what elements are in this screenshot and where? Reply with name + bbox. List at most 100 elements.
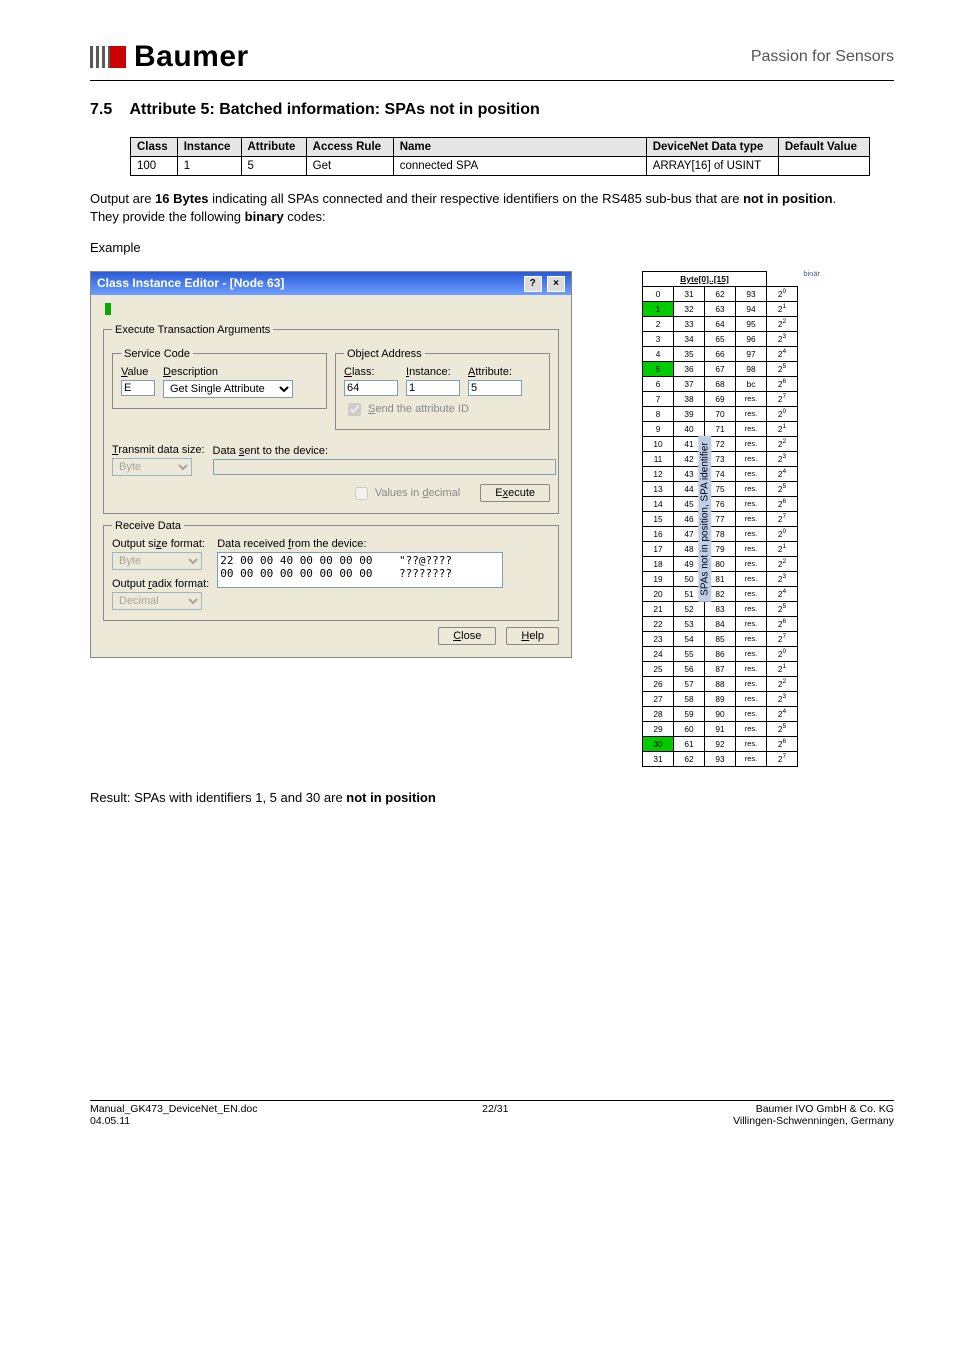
send-attr-id-input[interactable] (348, 403, 361, 416)
service-code-legend: Service Code (121, 348, 193, 360)
value-input[interactable] (121, 380, 155, 396)
class-input[interactable] (344, 380, 398, 396)
bit-weight-cell: 20 (767, 286, 798, 301)
footer-right: Baumer IVO GmbH & Co. KG Villingen-Schwe… (733, 1103, 894, 1127)
transmit-size-label: Transmit data size: (112, 444, 205, 456)
byte-cell: 55 (674, 646, 705, 661)
byte-cell: 90 (705, 706, 736, 721)
byte-cell: 19 (643, 571, 674, 586)
byte-cell: res. (736, 601, 767, 616)
byte-cell: 62 (674, 751, 705, 766)
byte-cell: 65 (705, 331, 736, 346)
send-attr-id-checkbox[interactable]: Send the attribute ID (344, 400, 541, 419)
byte-cell: res. (736, 751, 767, 766)
byte-cell: 58 (674, 691, 705, 706)
tagline: Passion for Sensors (751, 48, 894, 66)
attribute-input[interactable] (468, 380, 522, 396)
byte-cell: 17 (643, 541, 674, 556)
byte-cell: 5 (643, 361, 674, 376)
attribute-label: Attribute: (468, 366, 522, 378)
values-in-decimal-checkbox[interactable]: Values in decimal (351, 484, 460, 503)
logo-icon (90, 46, 126, 68)
data-received-label: Data received from the device: (217, 538, 550, 550)
byte-cell: res. (736, 451, 767, 466)
help-button[interactable]: Help (506, 627, 559, 645)
footer-left: Manual_GK473_DeviceNet_EN.doc 04.05.11 (90, 1103, 258, 1127)
byte-cell: res. (736, 391, 767, 406)
help-icon[interactable]: ? (524, 276, 542, 292)
byte-cell: 32 (674, 301, 705, 316)
byte-cell: res. (736, 481, 767, 496)
object-address-legend: Object Address (344, 348, 425, 360)
byte-cell: res. (736, 556, 767, 571)
byte-cell: 11 (643, 451, 674, 466)
byte-cell: 91 (705, 721, 736, 736)
byte-cell: 67 (705, 361, 736, 376)
bit-weight-cell: 24 (767, 586, 798, 601)
instance-label: Instance: (406, 366, 460, 378)
byte-cell: 22 (643, 616, 674, 631)
byte-cell: 14 (643, 496, 674, 511)
output-size-format-select[interactable]: Byte (112, 552, 202, 570)
transmit-size-select[interactable]: Byte (112, 458, 192, 476)
cell-access: Get (306, 157, 393, 176)
bit-weight-cell: 21 (767, 301, 798, 316)
receive-data-fieldset: Receive Data Output size format: Byte Ou… (103, 520, 559, 621)
bit-weight-cell: 23 (767, 691, 798, 706)
section-heading: 7.5 Attribute 5: Batched information: SP… (90, 101, 894, 119)
close-icon[interactable]: × (547, 276, 565, 292)
output-radix-format-label: Output radix format: (112, 578, 209, 590)
close-button[interactable]: Close (438, 627, 496, 645)
data-received-textarea[interactable]: 22 00 00 40 00 00 00 00 "??@???? 00 00 0… (217, 552, 503, 588)
bit-weight-cell: 24 (767, 466, 798, 481)
page-header: Baumer Passion for Sensors (90, 40, 894, 81)
byte-cell: 10 (643, 436, 674, 451)
object-address-fieldset: Object Address Class: Instance: (335, 348, 550, 430)
byte-cell: res. (736, 511, 767, 526)
byte-cell: 6 (643, 376, 674, 391)
bit-weight-cell: 27 (767, 511, 798, 526)
byte-cell: 88 (705, 676, 736, 691)
receive-legend: Receive Data (112, 520, 184, 532)
byte-cell: 35 (674, 346, 705, 361)
byte-table-header: Byte[0]..[15] (643, 271, 767, 286)
byte-cell: res. (736, 541, 767, 556)
attribute-table: Class Instance Attribute Access Rule Nam… (130, 137, 870, 176)
byte-cell: 57 (674, 676, 705, 691)
byte-cell: 98 (736, 361, 767, 376)
execute-button[interactable]: Execute (480, 484, 550, 502)
byte-table: Byte[0]..[15] 03162932013263942123364952… (642, 271, 798, 767)
bit-weight-cell: 27 (767, 751, 798, 766)
output-radix-format-select[interactable]: Decimal (112, 592, 202, 610)
byte-cell: 29 (643, 721, 674, 736)
data-sent-input[interactable] (213, 459, 556, 475)
instance-input[interactable] (406, 380, 460, 396)
byte-cell: res. (736, 631, 767, 646)
footer-center: 22/31 (482, 1103, 508, 1127)
byte-cell: 96 (736, 331, 767, 346)
bit-weight-cell: 26 (767, 376, 798, 391)
byte-cell: 3 (643, 331, 674, 346)
byte-cell: 34 (674, 331, 705, 346)
brand-name: Baumer (134, 40, 249, 74)
values-in-decimal-input[interactable] (355, 487, 368, 500)
description-select[interactable]: Get Single Attribute (163, 380, 293, 398)
description-label: Description (163, 366, 293, 378)
bit-weight-cell: 21 (767, 421, 798, 436)
section-title: Attribute 5: Batched information: SPAs n… (129, 101, 539, 118)
bit-weight-cell: 25 (767, 481, 798, 496)
byte-cell: res. (736, 406, 767, 421)
byte-cell: 94 (736, 301, 767, 316)
byte-cell: 92 (705, 736, 736, 751)
bit-weight-cell: 20 (767, 406, 798, 421)
byte-cell: 66 (705, 346, 736, 361)
byte-cell: 12 (643, 466, 674, 481)
byte-cell: 27 (643, 691, 674, 706)
bit-weight-cell: 22 (767, 676, 798, 691)
bit-weight-cell: 26 (767, 736, 798, 751)
byte-cell: 2 (643, 316, 674, 331)
bit-weight-cell: 27 (767, 631, 798, 646)
class-label: Class: (344, 366, 398, 378)
byte-cell: 9 (643, 421, 674, 436)
bit-weight-cell: 25 (767, 601, 798, 616)
